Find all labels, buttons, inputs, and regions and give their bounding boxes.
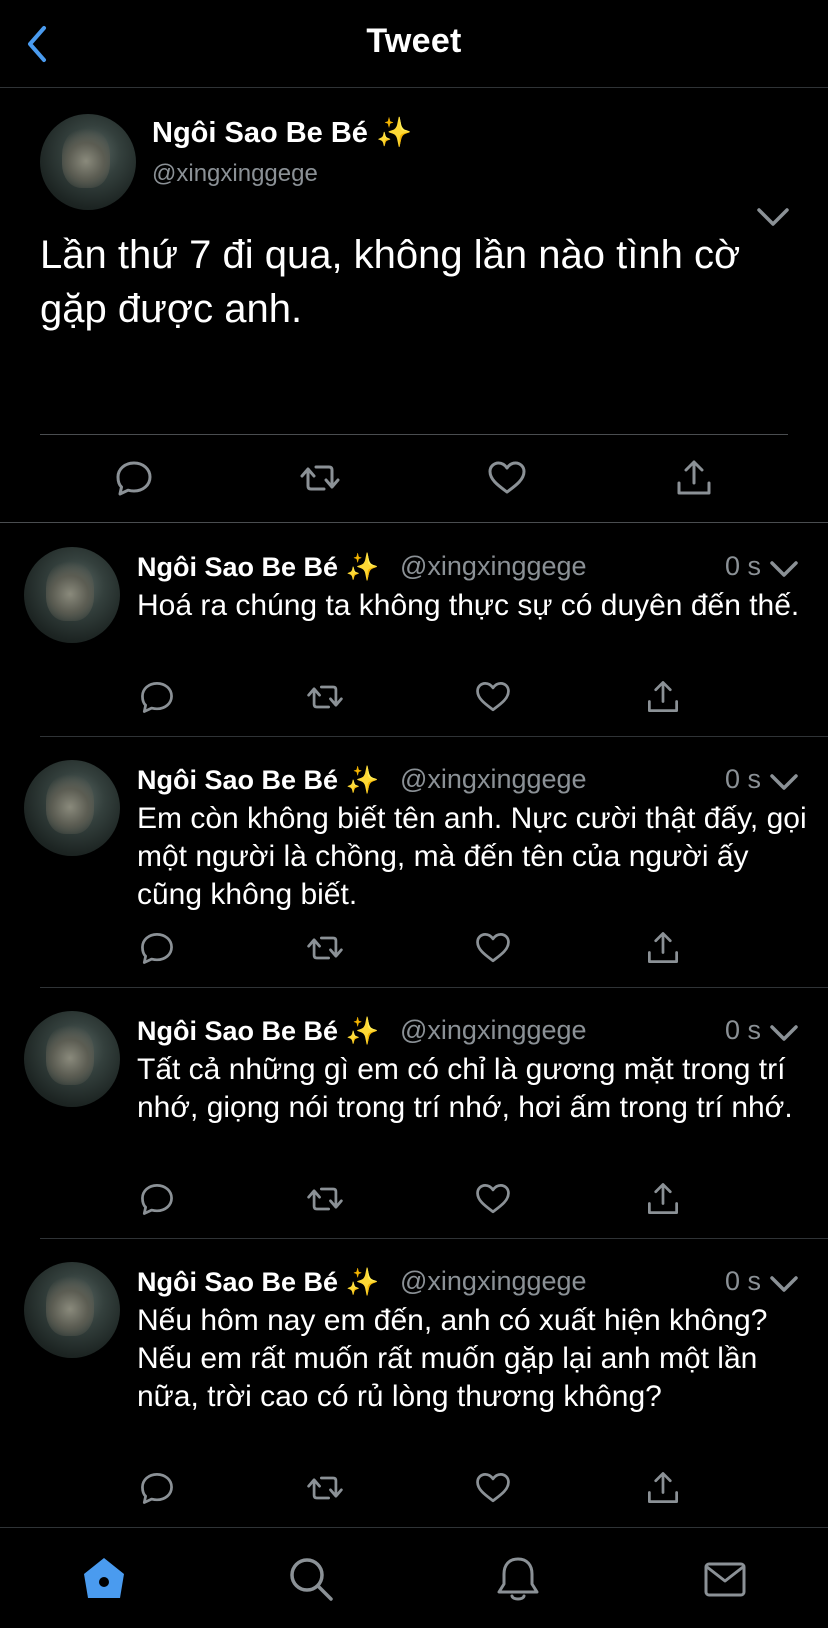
tab-home[interactable] <box>79 1554 129 1604</box>
retweet-button[interactable] <box>305 677 345 717</box>
divider <box>40 434 788 435</box>
tweet-text: Lần thứ 7 đi qua, không lần nào tình cờ … <box>40 233 741 331</box>
like-button[interactable] <box>473 1179 513 1219</box>
author-name[interactable]: Ngôi Sao Be Bé ✨ <box>137 1015 379 1047</box>
reply-icon <box>141 682 173 713</box>
share-icon <box>677 460 711 495</box>
share-button[interactable] <box>643 928 683 968</box>
mail-icon <box>704 1562 746 1597</box>
share-icon <box>648 1472 678 1503</box>
retweet-button[interactable] <box>305 1179 345 1219</box>
reply-button[interactable] <box>137 1179 177 1219</box>
retweet-icon <box>307 936 343 960</box>
avatar[interactable] <box>24 760 120 856</box>
timestamp: 0 s <box>725 764 762 794</box>
heart-icon <box>476 682 510 712</box>
reply-tweet[interactable]: Ngôi Sao Be Bé ✨ @xingxinggege 0 s Nếu h… <box>0 1238 828 1527</box>
retweet-button[interactable] <box>305 928 345 968</box>
search-icon <box>290 1558 333 1601</box>
heart-icon <box>476 933 510 963</box>
author-handle[interactable]: @xingxinggege <box>400 551 587 582</box>
retweet-button[interactable] <box>298 456 342 500</box>
tweet-actions <box>0 456 828 500</box>
tab-search[interactable] <box>286 1554 336 1604</box>
share-button[interactable] <box>643 677 683 717</box>
timestamp: 0 s <box>725 551 762 581</box>
chevron-down-icon <box>770 774 798 790</box>
chevron-down-icon <box>770 1276 798 1292</box>
tab-bar <box>0 1527 828 1628</box>
top-bar: Tweet <box>0 0 828 88</box>
author-handle[interactable]: @xingxinggege <box>400 764 587 795</box>
bell-icon <box>497 1557 539 1601</box>
reply-icon <box>116 461 152 496</box>
share-button[interactable] <box>643 1179 683 1219</box>
reply-icon <box>141 1473 173 1504</box>
retweet-icon <box>307 1476 343 1500</box>
tweet-text: Tất cả những gì em có chỉ là gương mặt t… <box>137 1053 793 1124</box>
author-handle[interactable]: @xingxinggege <box>400 1266 587 1297</box>
reply-button[interactable] <box>112 456 156 500</box>
tweet-text: Nếu hôm nay em đến, anh có xuất hiện khô… <box>137 1304 768 1413</box>
author-handle[interactable]: @xingxinggege <box>152 160 318 188</box>
author-handle[interactable]: @xingxinggege <box>400 1015 587 1046</box>
tweet-options-button[interactable] <box>769 557 799 581</box>
tab-messages[interactable] <box>700 1554 750 1604</box>
reply-tweet[interactable]: Ngôi Sao Be Bé ✨ @xingxinggege 0 s Hoá r… <box>0 523 828 736</box>
avatar[interactable] <box>24 1262 120 1358</box>
share-icon <box>648 932 678 963</box>
page-title: Tweet <box>366 22 462 60</box>
reply-tweet[interactable]: Ngôi Sao Be Bé ✨ @xingxinggege 0 s Em cò… <box>0 736 828 987</box>
avatar[interactable] <box>24 547 120 643</box>
chevron-down-icon <box>770 561 798 577</box>
chevron-down-icon <box>770 1025 798 1041</box>
share-button[interactable] <box>672 456 716 500</box>
reply-icon <box>141 933 173 964</box>
retweet-button[interactable] <box>305 1468 345 1508</box>
reply-button[interactable] <box>137 677 177 717</box>
heart-icon <box>476 1184 510 1214</box>
timestamp: 0 s <box>725 1266 762 1296</box>
avatar[interactable] <box>40 114 136 210</box>
reply-button[interactable] <box>137 928 177 968</box>
reply-tweet[interactable]: Ngôi Sao Be Bé ✨ @xingxinggege 0 s Tất c… <box>0 987 828 1238</box>
retweet-icon <box>300 465 340 491</box>
like-button[interactable] <box>473 1468 513 1508</box>
avatar[interactable] <box>24 1011 120 1107</box>
reply-button[interactable] <box>137 1468 177 1508</box>
like-button[interactable] <box>485 456 529 500</box>
like-button[interactable] <box>473 928 513 968</box>
retweet-icon <box>307 1187 343 1211</box>
retweet-icon <box>307 685 343 709</box>
tweet-text: Em còn không biết tên anh. Nực cười thật… <box>137 802 807 911</box>
like-button[interactable] <box>473 677 513 717</box>
home-icon <box>84 1558 124 1598</box>
author-name[interactable]: Ngôi Sao Be Bé ✨ <box>152 116 412 150</box>
reply-icon <box>141 1184 173 1215</box>
tweet-options-button[interactable] <box>769 770 799 794</box>
tweet-text: Hoá ra chúng ta không thực sự có duyên đ… <box>137 589 800 622</box>
tweet-options-button[interactable] <box>769 1021 799 1045</box>
share-icon <box>648 1183 678 1214</box>
heart-icon <box>476 1473 510 1503</box>
tab-notifications[interactable] <box>493 1554 543 1604</box>
author-name[interactable]: Ngôi Sao Be Bé ✨ <box>137 764 379 796</box>
author-name[interactable]: Ngôi Sao Be Bé ✨ <box>137 551 379 583</box>
share-icon <box>648 681 678 712</box>
author-name[interactable]: Ngôi Sao Be Bé ✨ <box>137 1266 379 1298</box>
tweet-options-button[interactable] <box>769 1272 799 1296</box>
share-button[interactable] <box>643 1468 683 1508</box>
timestamp: 0 s <box>725 1015 762 1045</box>
heart-icon <box>488 461 526 494</box>
